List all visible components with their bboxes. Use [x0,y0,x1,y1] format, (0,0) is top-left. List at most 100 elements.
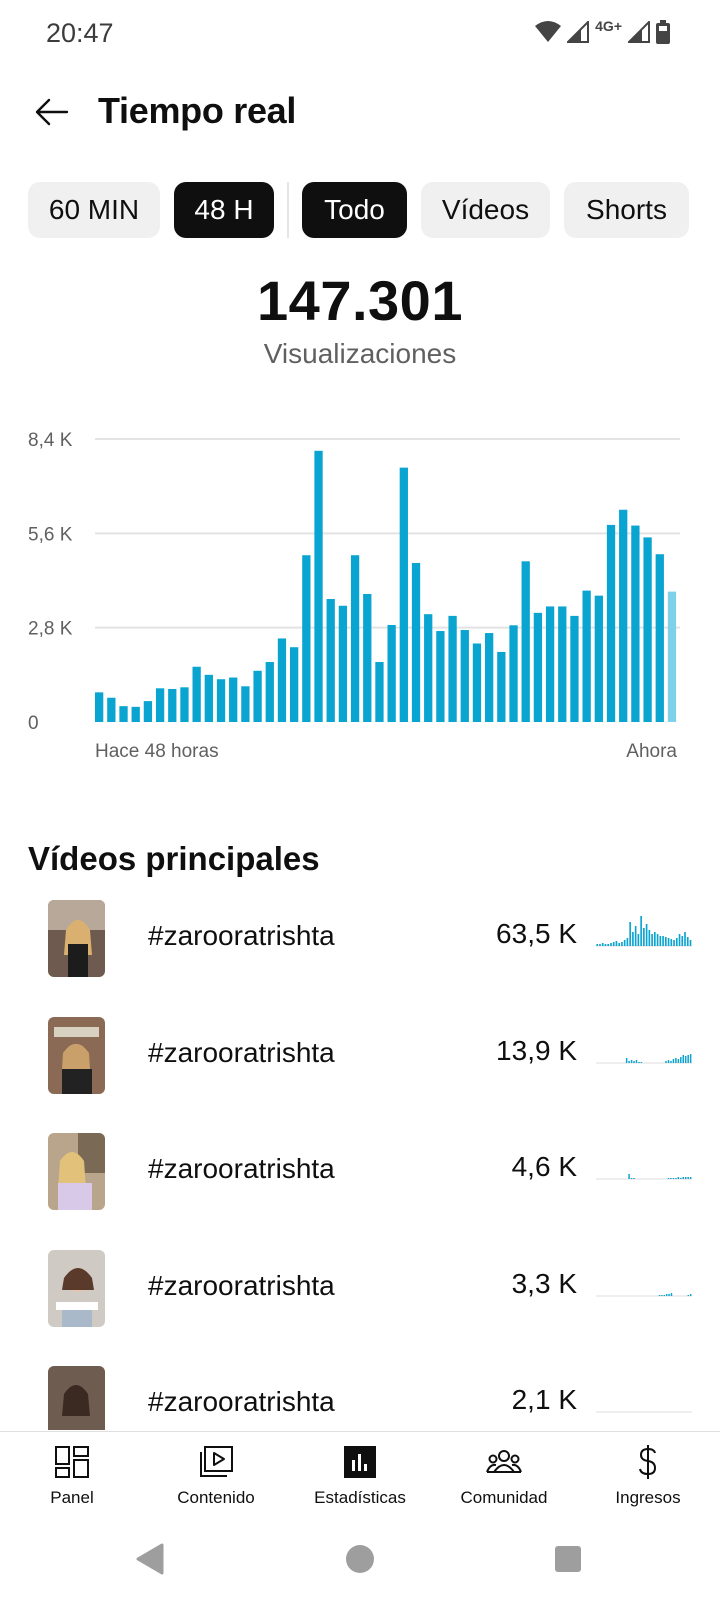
chart-bar[interactable] [509,625,518,722]
chip-60-min[interactable]: 60 MIN [28,182,160,238]
chart-bar[interactable] [631,525,640,722]
chart-bar[interactable] [302,555,311,722]
chart-bar[interactable] [485,633,494,722]
views-chart[interactable]: 0 2,8 K 5,6 K 8,4 K Hace 48 horas Ahora [0,420,720,780]
video-sparkline [596,1293,692,1297]
video-views: 2,1 K [511,1384,577,1415]
sparkline-bar [682,1177,684,1179]
system-home-button[interactable] [340,1539,380,1579]
chart-bar[interactable] [594,595,603,722]
chart-bar[interactable] [606,524,616,722]
views-total: 147.301 [257,269,463,332]
chart-bar[interactable] [338,605,348,722]
sparkline-bar [626,938,629,946]
chart-bar[interactable] [558,606,567,722]
sparkline-bar [601,943,604,946]
sparkline-bar [687,1177,689,1179]
chart-bar[interactable] [107,697,116,722]
chart-bar[interactable] [216,679,226,722]
chart-bar[interactable] [253,670,262,722]
chart-bar[interactable] [131,706,140,722]
chart-bar[interactable] [290,647,299,722]
chart-bar[interactable] [119,706,128,722]
chart-bar[interactable] [375,662,384,722]
nav-ingresos[interactable]: Ingresos [576,1432,720,1519]
sparkline-bar [667,1178,670,1179]
chart-bar[interactable] [436,631,445,722]
chart-bar[interactable] [363,593,372,722]
chart-bar[interactable] [619,509,628,722]
chart-bar[interactable] [95,692,104,722]
chart-bar[interactable] [180,687,189,722]
video-sparkline [596,1411,692,1413]
chart-bar[interactable] [667,591,677,722]
nav-estadisticas[interactable]: Estadísticas [288,1432,432,1519]
back-button[interactable] [26,86,78,138]
chart-bar[interactable] [411,562,421,722]
video-row[interactable]: #zarooratrishta 3,3 K [0,1240,720,1340]
chart-bar[interactable] [570,615,579,723]
nav-label: Ingresos [615,1488,681,1507]
chart-bar[interactable] [545,606,555,722]
sparkline-bar [659,936,662,946]
chart-bar[interactable] [350,555,360,722]
sparkline-bar [680,1178,682,1179]
chart-bar[interactable] [387,624,396,722]
sparkline-bar [607,944,610,946]
video-row[interactable]: #zarooratrishta 13,9 K [0,1007,720,1107]
chart-bar[interactable] [472,643,482,723]
chart-bar[interactable] [168,688,177,722]
chart-bar[interactable] [497,651,506,722]
chart-bar[interactable] [460,630,469,722]
sparkline-bar [675,1058,677,1063]
chip-videos[interactable]: Vídeos [421,182,550,238]
chip-48-h[interactable]: 48 H [174,182,274,238]
chart-bar[interactable] [582,590,591,722]
video-row[interactable]: #zarooratrishta 63,5 K [0,890,720,990]
nav-comunidad[interactable]: Comunidad [432,1432,576,1519]
chart-bar[interactable] [533,612,543,722]
chart-bar[interactable] [192,666,201,722]
chart-bar[interactable] [643,537,652,722]
system-recents-button[interactable] [548,1539,588,1579]
video-row[interactable]: #zarooratrishta 2,1 K [0,1356,720,1430]
chart-bar[interactable] [155,688,165,722]
chart-bar[interactable] [229,677,238,722]
chart-bar[interactable] [424,614,433,722]
nav-panel[interactable]: Panel [0,1432,144,1519]
chip-shorts[interactable]: Shorts [564,182,689,238]
sparkline-bar [673,940,675,946]
chart-bar[interactable] [399,467,408,722]
video-row[interactable]: #zarooratrishta 4,6 K [0,1123,720,1223]
sparkline-bar [687,1295,689,1296]
x-end-label: Ahora [626,741,677,762]
sparkline-bar [670,1061,672,1063]
y-tick-label: 5,6 K [28,524,73,545]
chart-bar[interactable] [277,638,287,722]
filter-chips: 60 MIN 48 H Todo Vídeos Shorts [28,182,689,238]
status-icons: 4G+ [535,18,670,44]
sparkline-bar [634,926,637,946]
views-label: Visualizaciones [263,338,457,369]
sparkline-bar [689,1294,692,1296]
chart-bar[interactable] [521,561,530,722]
video-title: #zarooratrishta [148,1270,335,1301]
wifi-icon [535,21,562,42]
signal-icon-2 [628,21,650,43]
sparkline-bar [621,942,623,946]
sparkline-bar [640,916,642,946]
chart-bar[interactable] [265,662,274,722]
chart-bar[interactable] [314,450,323,722]
sparkline-bar [682,1055,684,1063]
nav-contenido[interactable]: Contenido [144,1432,288,1519]
chart-bar[interactable] [241,686,250,722]
chart-bar[interactable] [326,599,335,722]
chart-bar[interactable] [204,674,213,722]
y-tick-label: 0 [28,713,39,734]
chart-bar[interactable] [655,554,664,722]
chart-bar[interactable] [143,701,153,722]
chart-bar[interactable] [448,615,457,723]
system-back-button[interactable] [130,1539,170,1579]
sparkline-bar [665,1061,667,1063]
chip-todo[interactable]: Todo [302,182,407,238]
